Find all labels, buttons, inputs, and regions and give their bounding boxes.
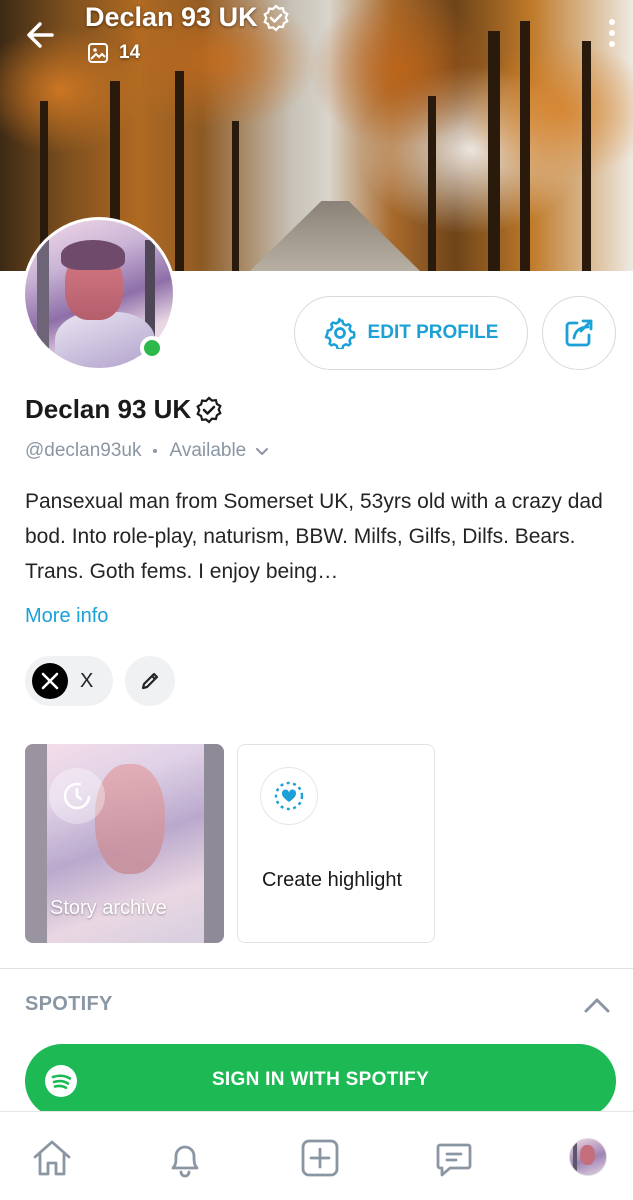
messages-icon — [436, 1143, 472, 1177]
more-vertical-icon — [609, 41, 615, 47]
create-highlight-label: Create highlight — [262, 869, 403, 891]
media-count[interactable]: 14 — [87, 42, 140, 64]
chevron-up-icon — [584, 998, 610, 1013]
media-count-value: 14 — [119, 42, 141, 63]
spotify-section-title: SPOTIFY — [25, 993, 113, 1015]
nav-messages[interactable] — [432, 1136, 476, 1180]
status-label: Available — [169, 440, 247, 461]
story-archive-label: Story archive — [50, 897, 167, 919]
banner-trunk — [232, 121, 239, 271]
back-button[interactable] — [22, 18, 62, 52]
verified-badge-icon — [262, 3, 289, 32]
plus-square-icon — [301, 1139, 339, 1177]
arrow-left-icon — [27, 22, 54, 48]
more-options-button[interactable] — [605, 16, 619, 52]
gear-icon — [324, 317, 356, 349]
section-divider — [0, 968, 633, 969]
profile-handle: @declan93uk — [25, 440, 142, 461]
chevron-down-icon — [256, 448, 269, 455]
create-highlight-card[interactable]: Create highlight — [237, 744, 435, 943]
bell-icon — [171, 1145, 199, 1178]
banner-trunk — [175, 71, 184, 271]
banner-title: Declan 93 UK — [85, 2, 290, 33]
banner-road — [250, 201, 420, 271]
more-vertical-icon — [609, 30, 615, 36]
heart-circle-icon — [260, 767, 318, 825]
bottom-navigation — [0, 1111, 633, 1200]
banner-trunk — [428, 96, 436, 271]
separator-dot — [153, 449, 158, 453]
online-status-dot — [140, 336, 164, 360]
spotify-sign-in-label: SIGN IN WITH SPOTIFY — [211, 1069, 430, 1090]
profile-name: Declan 93 UK — [25, 394, 223, 425]
x-logo-icon — [32, 663, 68, 699]
top-bar: Declan 93 UK 14 — [0, 0, 633, 80]
banner-title-text: Declan 93 UK — [85, 2, 258, 32]
verified-badge-icon — [196, 395, 222, 424]
edit-social-links-button[interactable] — [125, 656, 175, 706]
social-link-x[interactable]: X — [25, 656, 113, 706]
status-dropdown[interactable]: Available — [169, 440, 270, 462]
spotify-sign-in-button[interactable]: SIGN IN WITH SPOTIFY — [25, 1044, 616, 1118]
profile-name-text: Declan 93 UK — [25, 394, 192, 424]
nav-profile-avatar[interactable] — [569, 1138, 607, 1176]
pencil-icon — [141, 672, 159, 690]
social-link-label: X — [80, 669, 94, 692]
edit-profile-button[interactable]: EDIT PROFILE — [294, 296, 528, 370]
nav-notifications[interactable] — [163, 1136, 207, 1180]
collapse-spotify-button[interactable] — [582, 991, 612, 1021]
share-profile-button[interactable] — [542, 296, 616, 370]
share-icon — [565, 319, 593, 347]
more-vertical-icon — [609, 19, 615, 25]
nav-home[interactable] — [30, 1136, 74, 1180]
image-icon — [88, 43, 108, 63]
clock-history-icon — [49, 768, 105, 824]
nav-create[interactable] — [298, 1136, 342, 1180]
more-info-link[interactable]: More info — [25, 605, 108, 628]
story-archive-card[interactable]: Story archive — [25, 744, 224, 943]
edit-profile-label: EDIT PROFILE — [367, 322, 499, 343]
profile-bio: Pansexual man from Somerset UK, 53yrs ol… — [25, 490, 603, 583]
home-icon — [33, 1140, 71, 1176]
handle-row: @declan93uk Available — [25, 440, 270, 462]
